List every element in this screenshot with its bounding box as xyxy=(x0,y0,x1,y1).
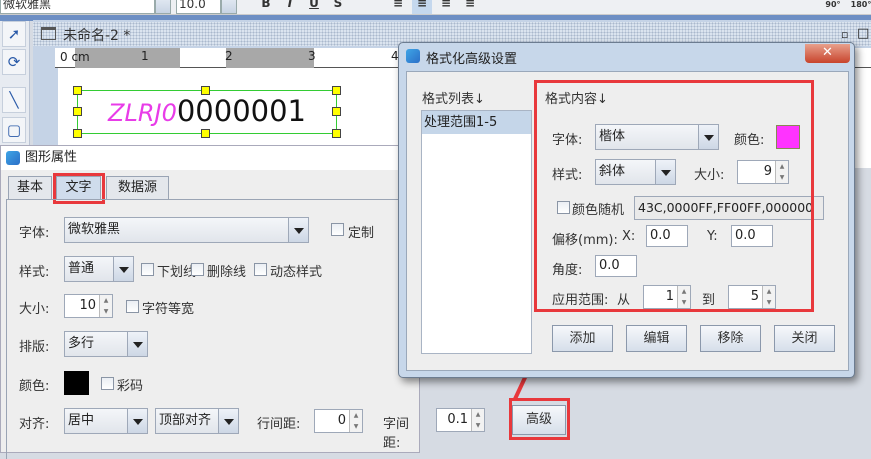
shape-properties-panel: 图形属性 基本 文字 数据源 字体: 微软雅黑 定制 样式: 普通 下划线 删除… xyxy=(0,145,426,459)
color-code-label: 彩码 xyxy=(117,379,144,394)
format-list-label: 格式列表↓ xyxy=(422,92,485,107)
spinner-arrows-icon[interactable]: ▲ ▼ xyxy=(349,410,362,432)
pointer-tool-icon[interactable]: ➚ xyxy=(2,21,26,47)
restore-icon[interactable]: ▫ xyxy=(841,28,848,41)
maximize-icon[interactable]: □ xyxy=(857,26,869,41)
align-label: 对齐: xyxy=(19,417,50,432)
color-swatch[interactable] xyxy=(64,371,89,395)
format-list[interactable]: 处理范围1-5 xyxy=(421,110,532,354)
highlight-box xyxy=(534,80,814,312)
add-button[interactable]: 添加 xyxy=(552,325,613,352)
layout-select[interactable]: 多行 xyxy=(64,331,148,357)
horizontal-align-select[interactable]: 居中 xyxy=(64,408,148,434)
char-spacing-label: 字间距: xyxy=(383,417,410,451)
top-toolbar: 微软雅黑 10.0 B I U S ≡ ≡ ≡ ≡ 90° 180° xyxy=(0,0,871,15)
close-icon[interactable]: ✕ xyxy=(805,44,850,63)
spinner-arrows-icon[interactable]: ▲ ▼ xyxy=(99,295,112,317)
app-icon xyxy=(6,151,20,165)
align-h-value: 居中 xyxy=(68,413,95,428)
char-spacing-spinner[interactable]: 0.1 ▲ ▼ xyxy=(436,408,485,432)
panel-title: 图形属性 xyxy=(25,150,78,165)
strikethrough-label: 删除线 xyxy=(207,265,247,280)
align-right-icon[interactable]: ≡ xyxy=(436,0,456,14)
italic-button[interactable]: I xyxy=(280,0,300,14)
strikethrough-checkbox[interactable] xyxy=(191,263,204,276)
resize-handle[interactable] xyxy=(73,129,82,138)
resize-handle[interactable] xyxy=(201,129,210,138)
resize-handle[interactable] xyxy=(73,107,82,116)
formatted-prefix-text: ZLRJ0 xyxy=(108,99,177,127)
strike-button[interactable]: S xyxy=(328,0,348,14)
ruler-tick: 1 xyxy=(141,49,149,63)
vertical-align-select[interactable]: 顶部对齐 xyxy=(155,408,239,434)
text-object[interactable]: ZLRJ00000001 xyxy=(77,90,337,134)
font-select[interactable]: 微软雅黑 xyxy=(0,0,155,14)
size-select[interactable]: 10.0 xyxy=(176,0,221,14)
app-icon xyxy=(406,49,420,63)
spinner-arrows-icon[interactable]: ▲ ▼ xyxy=(471,409,484,431)
dialog-title: 格式化高级设置 xyxy=(426,52,518,67)
document-title: 未命名-2 * xyxy=(63,28,131,44)
font-value: 微软雅黑 xyxy=(68,222,121,237)
size-dropdown-button[interactable] xyxy=(221,0,237,14)
font-dropdown-button[interactable] xyxy=(155,0,171,14)
align-left-icon[interactable]: ≡ xyxy=(388,0,408,14)
font-select[interactable]: 微软雅黑 xyxy=(64,217,309,243)
align-justify-icon[interactable]: ≡ xyxy=(460,0,480,14)
color-code-checkbox[interactable] xyxy=(101,377,114,390)
remove-button[interactable]: 移除 xyxy=(700,325,761,352)
underline-checkbox[interactable] xyxy=(141,263,154,276)
custom-label: 定制 xyxy=(348,226,375,241)
bold-button[interactable]: B xyxy=(256,0,276,14)
plain-text: 0000001 xyxy=(176,94,306,128)
window-icon xyxy=(41,27,56,40)
size-spinner[interactable]: 10 ▲ ▼ xyxy=(64,294,113,318)
close-button[interactable]: 关闭 xyxy=(774,325,835,352)
ruler-tick: 2 xyxy=(225,49,233,63)
resize-handle[interactable] xyxy=(201,86,210,95)
resize-handle[interactable] xyxy=(332,129,341,138)
tool-palette: ➚ ⟳ ╲ ▢ xyxy=(0,21,30,145)
rotate-tool-icon[interactable]: ⟳ xyxy=(2,49,26,75)
custom-checkbox[interactable] xyxy=(331,223,344,236)
edit-button[interactable]: 编辑 xyxy=(626,325,687,352)
resize-handle[interactable] xyxy=(332,86,341,95)
color-label: 颜色: xyxy=(19,379,50,394)
style-value: 普通 xyxy=(68,261,95,276)
ruler-tick: 3 xyxy=(308,49,316,63)
line-spacing-label: 行间距: xyxy=(257,417,301,432)
font-label: 字体: xyxy=(19,226,50,241)
size-label: 大小: xyxy=(19,302,50,317)
format-advanced-dialog: 格式化高级设置 ✕ 格式列表↓ 处理范围1-5 格式内容↓ 字体: 楷体 颜色:… xyxy=(398,42,855,378)
dynamic-style-label: 动态样式 xyxy=(270,265,323,280)
layout-label: 排版: xyxy=(19,340,50,355)
underline-button[interactable]: U xyxy=(304,0,324,14)
ruler-unit: 0 cm xyxy=(60,50,90,64)
line-spacing-spinner[interactable]: 0 ▲ ▼ xyxy=(314,409,363,433)
tab-basic[interactable]: 基本 xyxy=(8,176,52,200)
line-tool-icon[interactable]: ╲ xyxy=(2,87,26,113)
resize-handle[interactable] xyxy=(332,107,341,116)
dynamic-style-checkbox[interactable] xyxy=(254,263,267,276)
format-list-item[interactable]: 处理范围1-5 xyxy=(422,111,531,134)
rounded-rect-tool-icon[interactable]: ▢ xyxy=(2,117,26,143)
panel-title-bar: 图形属性 xyxy=(1,146,419,170)
size-value: 10 xyxy=(79,298,96,313)
monowidth-label: 字符等宽 xyxy=(142,302,195,317)
align-center-icon[interactable]: ≡ xyxy=(412,0,432,14)
char-spacing-value: 0.1 xyxy=(447,412,468,427)
align-v-value: 顶部对齐 xyxy=(159,413,212,428)
style-select[interactable]: 普通 xyxy=(64,256,134,282)
tab-datasource[interactable]: 数据源 xyxy=(106,176,169,200)
resize-handle[interactable] xyxy=(73,86,82,95)
dialog-body: 格式列表↓ 处理范围1-5 格式内容↓ 字体: 楷体 颜色: 样式: 斜体 大小… xyxy=(406,71,849,371)
line-spacing-value: 0 xyxy=(337,413,346,428)
layout-value: 多行 xyxy=(68,336,95,351)
style-label: 样式: xyxy=(19,265,50,280)
monowidth-checkbox[interactable] xyxy=(126,300,139,313)
